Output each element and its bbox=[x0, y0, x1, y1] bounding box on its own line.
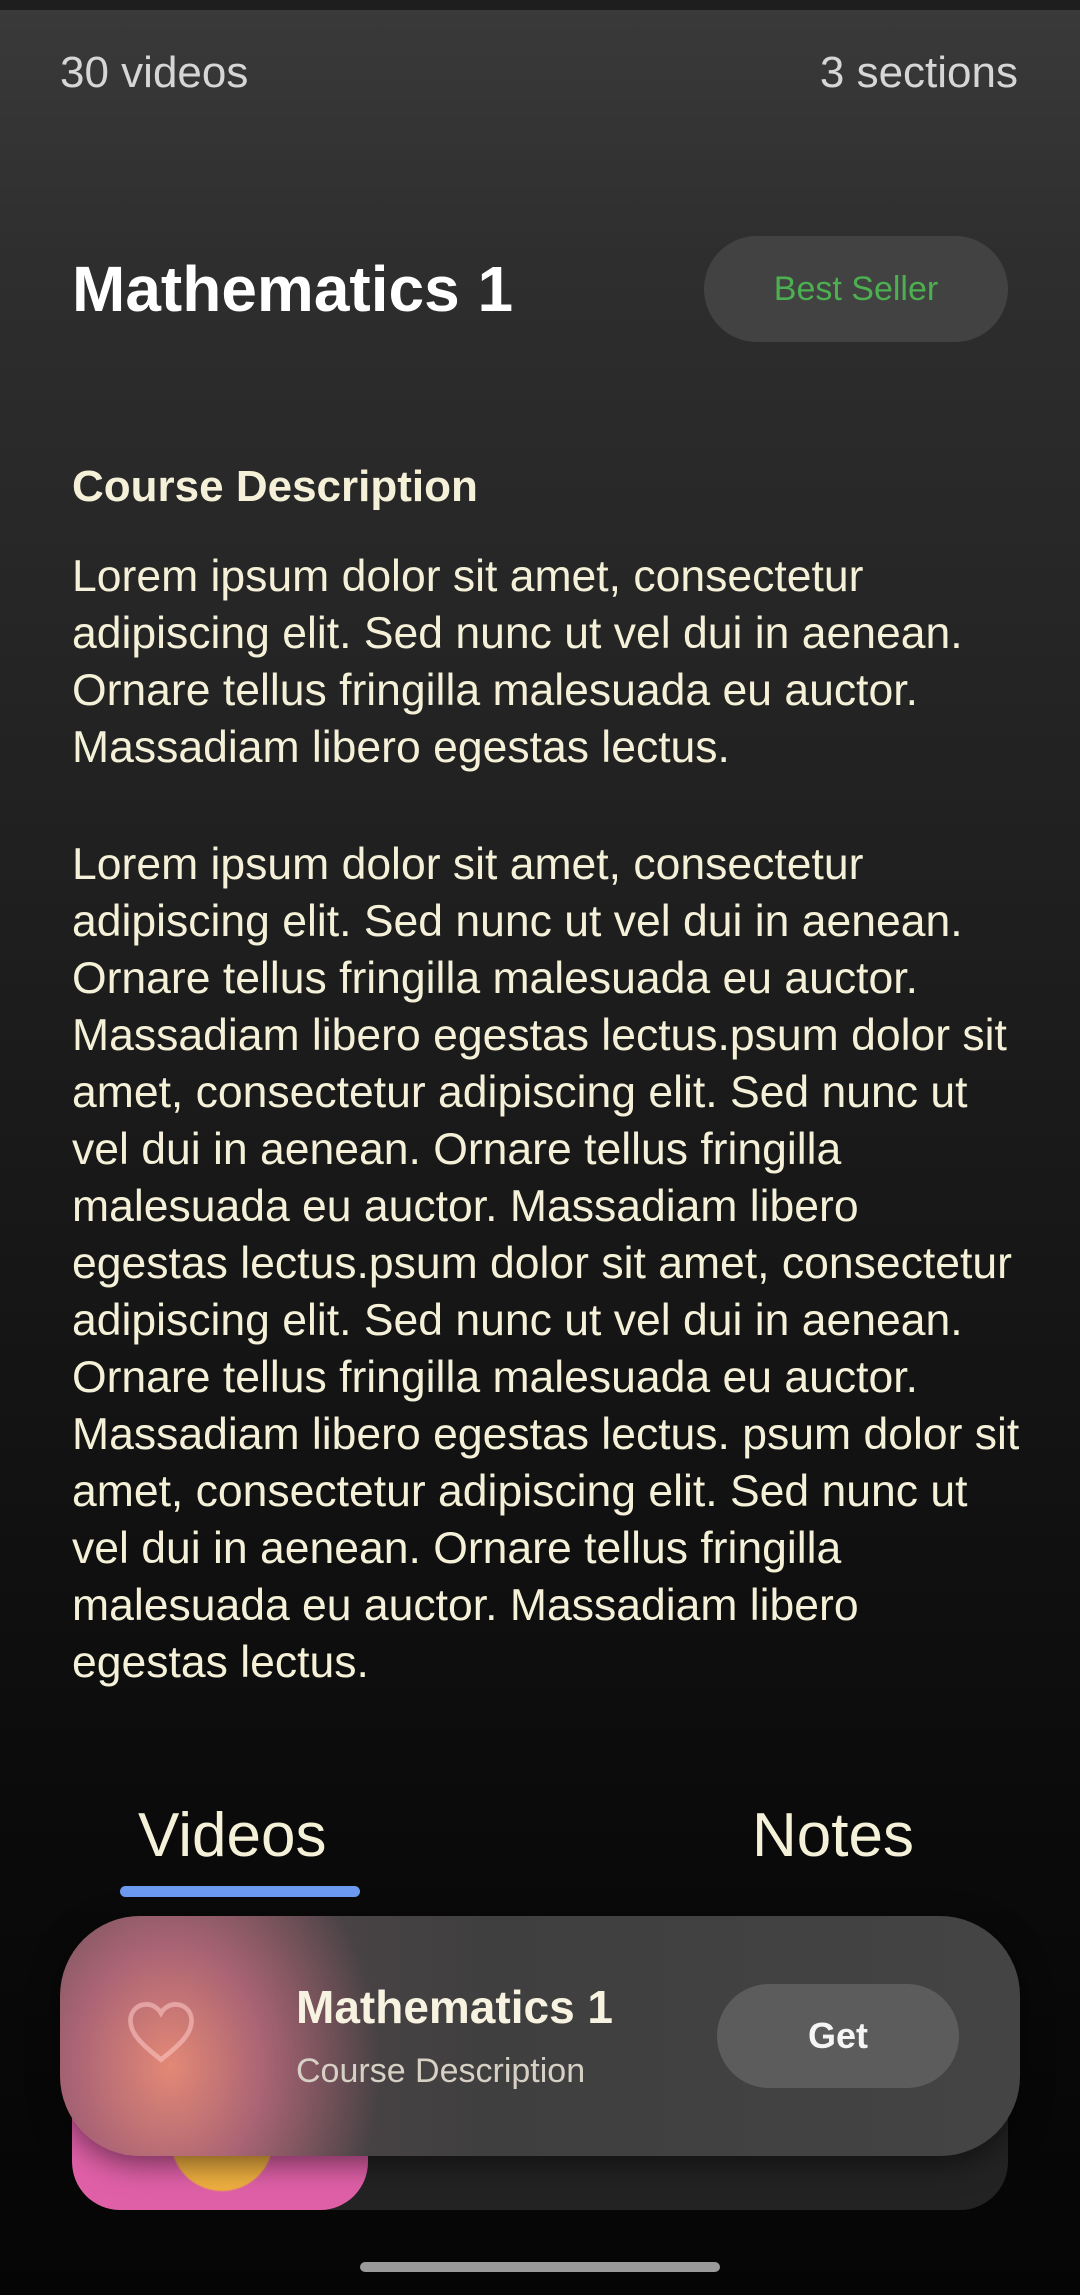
tab-notes[interactable]: Notes bbox=[752, 1800, 914, 1871]
content-tabs: Videos Notes bbox=[0, 1800, 1080, 1900]
tab-videos[interactable]: Videos bbox=[138, 1800, 326, 1871]
mini-player-card[interactable]: Mathematics 1 Course Description Get bbox=[60, 1916, 1020, 2156]
section-count: 3 sections bbox=[819, 48, 1018, 97]
video-count: 30 videos bbox=[60, 48, 249, 97]
mini-player-title: Mathematics 1 bbox=[296, 1981, 614, 2033]
mini-player-subtitle: Course Description bbox=[296, 2052, 586, 2090]
status-bar-edge bbox=[0, 0, 1080, 10]
description-heading: Course Description bbox=[72, 462, 478, 511]
active-tab-indicator bbox=[120, 1886, 360, 1897]
home-indicator[interactable] bbox=[360, 2262, 720, 2272]
heart-icon[interactable] bbox=[126, 2000, 196, 2064]
get-button[interactable]: Get bbox=[717, 1984, 959, 2088]
course-header: Mathematics 1 Best Seller bbox=[72, 236, 1008, 342]
description-paragraph-2: Lorem ipsum dolor sit amet, consectetur … bbox=[72, 840, 1020, 1687]
description-paragraph-1: Lorem ipsum dolor sit amet, consectetur … bbox=[72, 552, 963, 772]
course-title: Mathematics 1 bbox=[72, 253, 514, 325]
best-seller-badge: Best Seller bbox=[704, 236, 1008, 342]
course-stats: 30 videos 3 sections bbox=[60, 48, 1018, 98]
